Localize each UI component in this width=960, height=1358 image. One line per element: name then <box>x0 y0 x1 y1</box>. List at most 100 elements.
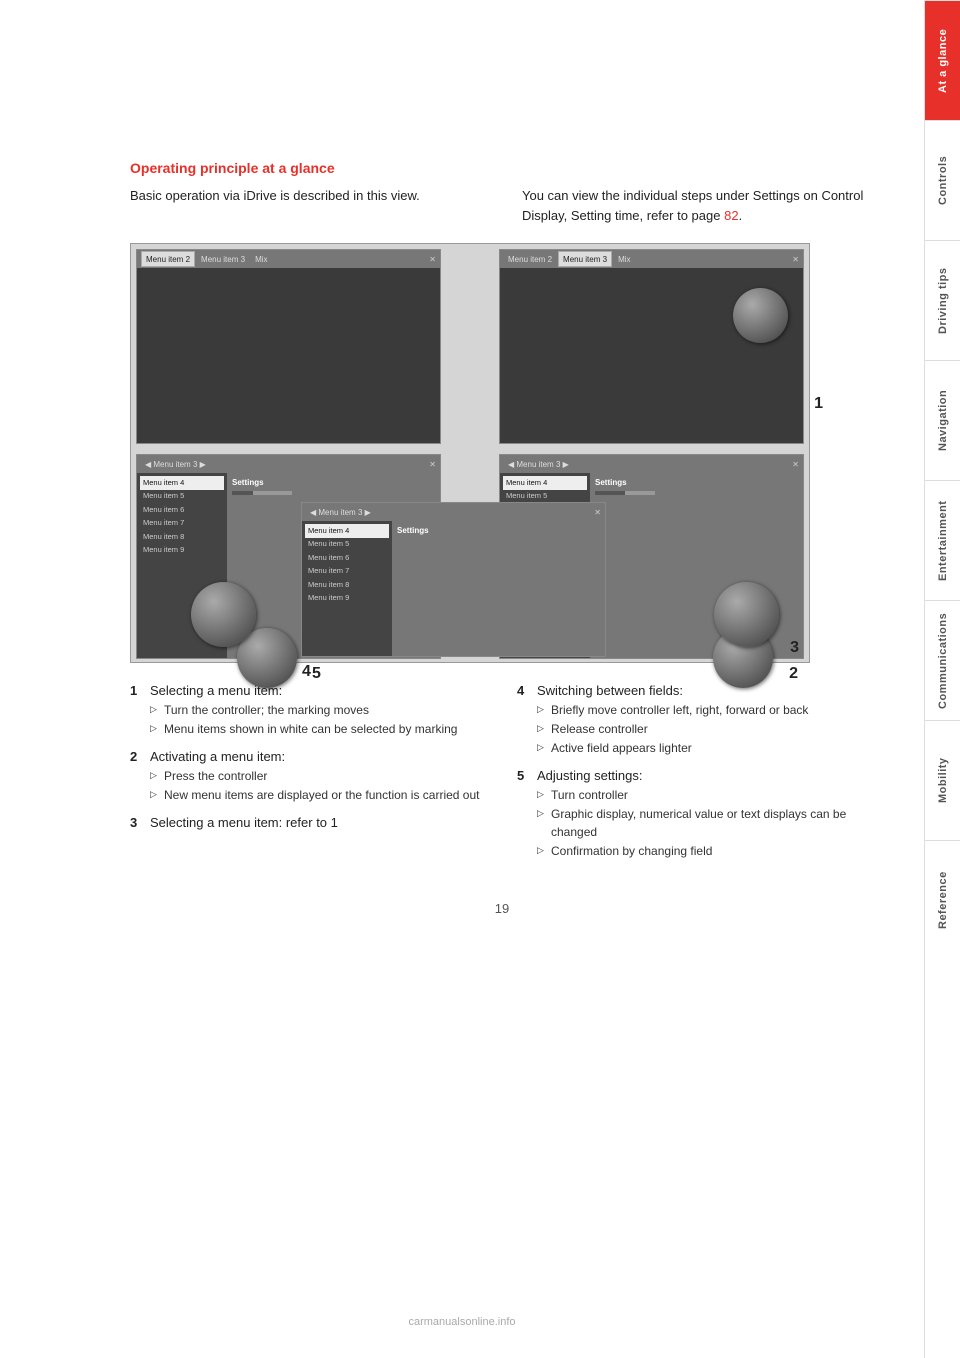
instructions-col-left: 1 Selecting a menu item: Turn the contro… <box>130 683 487 871</box>
instructions: 1 Selecting a menu item: Turn the contro… <box>130 683 874 871</box>
page-link[interactable]: 82 <box>724 208 738 223</box>
instr-content-3: Selecting a menu item: refer to 1 <box>150 815 487 830</box>
panel-top-right: Menu item 2 Menu item 3 Mix ✕ 1 <box>499 249 804 444</box>
instruction-4: 4 Switching between fields: Briefly move… <box>517 683 874 758</box>
instr-title-5: Adjusting settings: <box>537 768 874 783</box>
instr-bullet-5-3: Confirmation by changing field <box>537 842 874 860</box>
instr-num-1: 1 <box>130 683 144 739</box>
instr-title-4: Switching between fields: <box>537 683 874 698</box>
close-icon-topright: ✕ <box>792 255 799 264</box>
instr-bullets-5: Turn controller Graphic display, numeric… <box>537 786 874 860</box>
instr-title-3: Selecting a menu item: refer to 1 <box>150 815 487 830</box>
page-container: Operating principle at a glance Basic op… <box>0 0 960 1358</box>
close-icon-midleft: ✕ <box>429 460 436 469</box>
menu-row-midright-1: Menu item 4 <box>503 476 587 490</box>
intro-columns: Basic operation via iDrive is described … <box>130 186 874 225</box>
diagram: Menu item 2 Menu item 3 Mix ✕ Menu item … <box>130 243 810 663</box>
menu-item-bot-1: ◀ Menu item 3 ▶ <box>306 504 375 520</box>
tab-reference[interactable]: Reference <box>925 840 960 960</box>
panel-bottom-center: ◀ Menu item 3 ▶ ✕ Menu item 4 Menu item … <box>301 502 606 657</box>
menu-row-midleft-6: Menu item 9 <box>140 544 224 558</box>
instruction-2: 2 Activating a menu item: Press the cont… <box>130 749 487 805</box>
menu-item-topleft-active: Menu item 2 <box>141 251 195 267</box>
instr-bullet-2-2: New menu items are displayed or the func… <box>150 786 487 804</box>
slider-midright <box>595 491 655 495</box>
instr-bullet-2-1: Press the controller <box>150 767 487 785</box>
slider-midleft <box>232 491 292 495</box>
menu-row-midright-2: Menu item 5 <box>503 490 587 504</box>
instr-bullet-4-1: Briefly move controller left, right, for… <box>537 701 874 719</box>
main-content: Operating principle at a glance Basic op… <box>0 0 924 1358</box>
intro-right: You can view the individual steps under … <box>522 186 874 225</box>
tab-controls[interactable]: Controls <box>925 120 960 240</box>
tab-mobility[interactable]: Mobility <box>925 720 960 840</box>
instr-content-1: Selecting a menu item: Turn the controll… <box>150 683 487 739</box>
tab-communications[interactable]: Communications <box>925 600 960 720</box>
settings-label-bot: Settings <box>397 526 600 535</box>
menu-item-topright-1: Menu item 2 <box>504 251 556 267</box>
instr-content-4: Switching between fields: Briefly move c… <box>537 683 874 758</box>
sidebar-tabs: At a glance Controls Driving tips Naviga… <box>924 0 960 1358</box>
intro-left: Basic operation via iDrive is described … <box>130 186 482 225</box>
settings-label-midright: Settings <box>595 478 798 487</box>
menu-row-bot-1: Menu item 4 <box>305 524 389 538</box>
instruction-3: 3 Selecting a menu item: refer to 1 <box>130 815 487 830</box>
instr-title-2: Activating a menu item: <box>150 749 487 764</box>
left-menu-bot: Menu item 4 Menu item 5 Menu item 6 Menu… <box>302 521 392 656</box>
instr-bullet-4-3: Active field appears lighter <box>537 739 874 757</box>
controller-knob-1 <box>733 288 788 343</box>
controller-knob-3 <box>714 582 779 647</box>
menu-item-midleft-1: ◀ Menu item 3 ▶ <box>141 456 210 472</box>
tab-entertainment[interactable]: Entertainment <box>925 480 960 600</box>
menu-item-midright-1: ◀ Menu item 3 ▶ <box>504 456 573 472</box>
menu-row-midleft-3: Menu item 6 <box>140 503 224 517</box>
instruction-5: 5 Adjusting settings: Turn controller Gr… <box>517 768 874 861</box>
section-title: Operating principle at a glance <box>130 160 874 176</box>
close-icon-topleft: ✕ <box>429 255 436 264</box>
step-number-3: 3 <box>790 639 799 657</box>
instr-num-3: 3 <box>130 815 144 830</box>
settings-label-midleft: Settings <box>232 478 435 487</box>
tab-driving-tips[interactable]: Driving tips <box>925 240 960 360</box>
menu-item-topleft-3: Mix <box>251 251 271 267</box>
step-number-4: 4 <box>302 663 311 681</box>
menu-row-midleft-4: Menu item 7 <box>140 517 224 531</box>
instr-content-2: Activating a menu item: Press the contro… <box>150 749 487 805</box>
instr-bullet-1-2: Menu items shown in white can be selecte… <box>150 720 487 738</box>
menu-row-midleft-1: Menu item 4 <box>140 476 224 490</box>
instr-title-1: Selecting a menu item: <box>150 683 487 698</box>
right-panel-bot: Settings <box>392 521 605 656</box>
watermark: carmanualsonline.info <box>408 1316 515 1328</box>
instruction-1: 1 Selecting a menu item: Turn the contro… <box>130 683 487 739</box>
menu-row-bot-4: Menu item 7 <box>305 565 389 579</box>
instr-num-2: 2 <box>130 749 144 805</box>
instr-num-5: 5 <box>517 768 531 861</box>
instructions-col-right: 4 Switching between fields: Briefly move… <box>517 683 874 871</box>
step-number-1: 1 <box>814 395 823 413</box>
close-icon-bot: ✕ <box>594 508 601 517</box>
menu-row-bot-5: Menu item 8 <box>305 578 389 592</box>
step-number-2: 2 <box>789 665 798 683</box>
menu-item-topright-3: Mix <box>614 251 634 267</box>
menu-row-midleft-5: Menu item 8 <box>140 530 224 544</box>
menu-item-topleft-2: Menu item 3 <box>197 251 249 267</box>
close-icon-midright: ✕ <box>792 460 799 469</box>
menu-row-bot-6: Menu item 9 <box>305 592 389 606</box>
instr-bullet-5-2: Graphic display, numerical value or text… <box>537 805 874 841</box>
tab-at-a-glance[interactable]: At a glance <box>925 0 960 120</box>
panel-top-left: Menu item 2 Menu item 3 Mix ✕ <box>136 249 441 444</box>
instr-bullets-4: Briefly move controller left, right, for… <box>537 701 874 757</box>
instr-bullets-2: Press the controller New menu items are … <box>150 767 487 804</box>
page-number: 19 <box>130 901 874 916</box>
menu-item-topright-active: Menu item 3 <box>558 251 612 267</box>
instr-bullet-5-1: Turn controller <box>537 786 874 804</box>
step-number-5: 5 <box>312 665 321 683</box>
instr-num-4: 4 <box>517 683 531 758</box>
tab-navigation[interactable]: Navigation <box>925 360 960 480</box>
menu-row-bot-3: Menu item 6 <box>305 551 389 565</box>
instr-bullet-1-1: Turn the controller; the marking moves <box>150 701 487 719</box>
instr-content-5: Adjusting settings: Turn controller Grap… <box>537 768 874 861</box>
instr-bullet-4-2: Release controller <box>537 720 874 738</box>
menu-row-bot-2: Menu item 5 <box>305 538 389 552</box>
controller-knob-4 <box>191 582 256 647</box>
